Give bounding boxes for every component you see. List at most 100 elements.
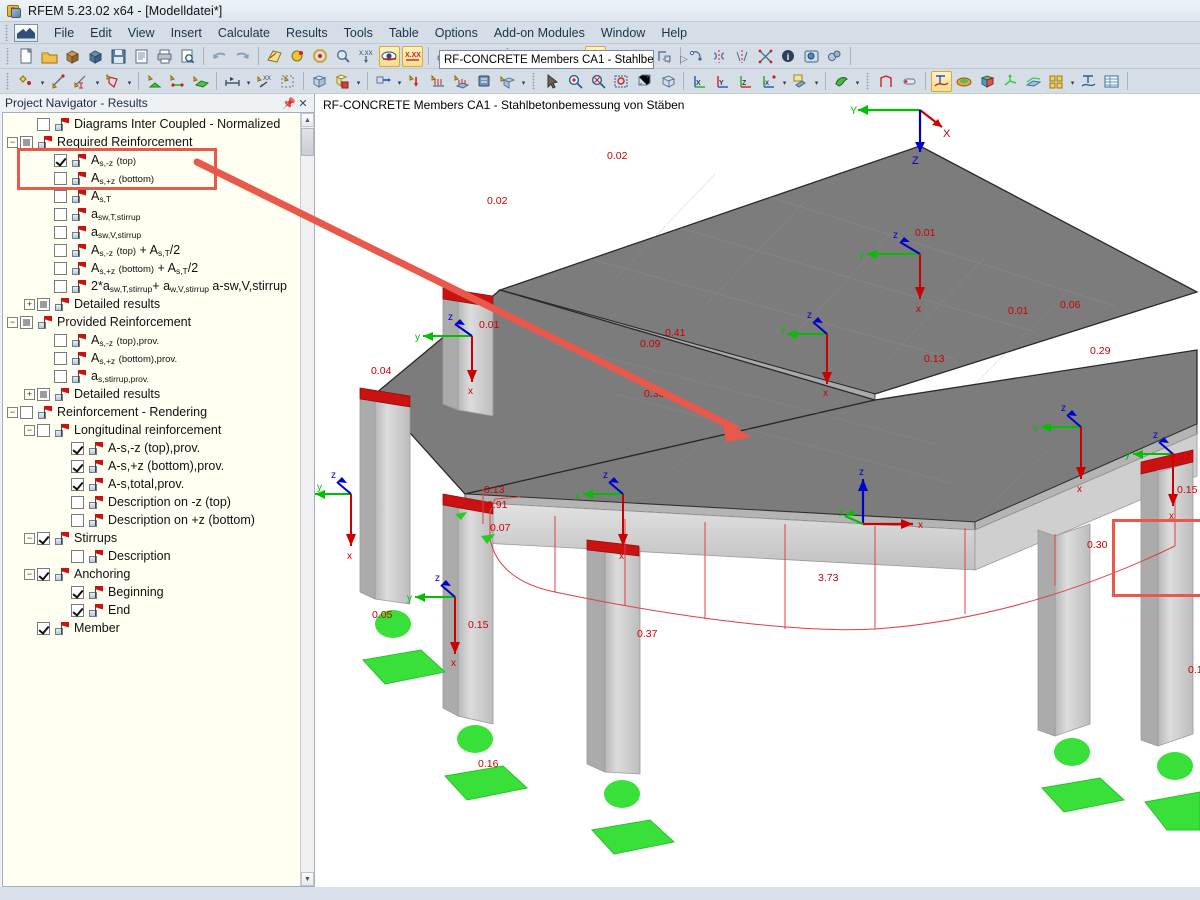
view-dropdown-arrow-icon[interactable]: ▾ xyxy=(780,71,789,92)
scroll-down-icon[interactable]: ▼ xyxy=(301,872,314,886)
tree-checkbox-stirrups-description[interactable] xyxy=(71,549,84,563)
open-package-icon[interactable] xyxy=(62,46,83,67)
new-file-icon[interactable] xyxy=(16,46,37,67)
toolbar2-group-grip[interactable] xyxy=(531,72,538,90)
previous-case-button[interactable]: ◁ xyxy=(657,50,675,69)
tree-row-as-z-bottom[interactable]: As,+z (bottom) xyxy=(3,169,300,187)
table-icon[interactable] xyxy=(1101,71,1122,92)
toolbar2-group-grip-2[interactable] xyxy=(865,72,872,90)
mouse-select-icon[interactable] xyxy=(542,71,563,92)
tree-row-as-z-top[interactable]: As,-z (top) xyxy=(3,151,300,169)
perspective-icon[interactable] xyxy=(657,71,678,92)
tree-checkbox-as-z-bottom-plus-ast2[interactable] xyxy=(54,261,67,275)
info-icon[interactable]: i xyxy=(778,46,799,67)
member-support-icon[interactable] xyxy=(167,71,188,92)
tree-row-description-on-z-bottom[interactable]: Description on +z (bottom) xyxy=(3,511,300,529)
view-x-icon[interactable]: X xyxy=(689,71,710,92)
save-icon[interactable] xyxy=(108,46,129,67)
tree-checkbox-member[interactable] xyxy=(37,621,50,635)
tree-checkbox-longitudinal-reinforcement[interactable] xyxy=(37,423,50,437)
tree-checkbox-anchoring-end[interactable] xyxy=(71,603,84,617)
tree-checkbox-reinforcement-rendering[interactable] xyxy=(20,405,33,419)
tree-row-reinforcement-rendering[interactable]: − Reinforcement - Rendering xyxy=(3,403,300,421)
column-right-rear[interactable] xyxy=(1037,523,1091,737)
solid-dropdown-arrow-icon[interactable]: ▾ xyxy=(354,71,363,92)
tree-expander-minus[interactable]: − xyxy=(7,406,18,418)
toolbar2-drag-grip[interactable] xyxy=(5,72,12,90)
star-snap-icon[interactable] xyxy=(755,46,776,67)
node-dropdown-arrow-icon[interactable]: ▾ xyxy=(38,71,47,92)
tree-checkbox-detailed-results-provided[interactable] xyxy=(37,387,50,401)
member-load-icon[interactable] xyxy=(428,71,449,92)
target-icon[interactable] xyxy=(310,46,331,67)
list-icon[interactable] xyxy=(131,46,152,67)
column-right-front[interactable] xyxy=(1140,461,1194,747)
tree-expander-minus[interactable]: − xyxy=(7,136,18,148)
tree-checkbox-asw-v-stirrup[interactable] xyxy=(54,225,67,239)
tree-row-as-stirrup-prov[interactable]: as,stirrup,prov. xyxy=(3,367,300,385)
tree-row-longitudinal-reinforcement[interactable]: − Longitudinal reinforcement xyxy=(3,421,300,439)
tree-row-anchoring-beginning[interactable]: Beginning xyxy=(3,583,300,601)
zoom-out-icon[interactable] xyxy=(588,71,609,92)
tree-checkbox-a-s-z-bottom-prov[interactable] xyxy=(71,459,84,473)
tree-row-as-z-bottom-plus-ast2[interactable]: As,+z (bottom) + As,T/2 xyxy=(3,259,300,277)
polygon-icon[interactable] xyxy=(103,71,124,92)
tree-expander-minus[interactable]: − xyxy=(24,568,35,580)
light-dropdown-arrow-icon[interactable]: ▾ xyxy=(812,71,821,92)
tree-row-as-t[interactable]: As,T xyxy=(3,187,300,205)
tree-expander-plus[interactable]: + xyxy=(24,388,35,400)
tree-checkbox-anchoring-beginning[interactable] xyxy=(71,585,84,599)
member-arrow-icon[interactable] xyxy=(373,71,394,92)
zoom-in-icon[interactable] xyxy=(565,71,586,92)
tree-row-required-reinforcement[interactable]: − Required Reinforcement xyxy=(3,133,300,151)
windows-tile-icon[interactable] xyxy=(1046,71,1067,92)
support-icon[interactable] xyxy=(144,71,165,92)
tree-checkbox-asw-t-stirrup[interactable] xyxy=(54,207,67,221)
render-dropdown-arrow-icon[interactable]: ▾ xyxy=(853,71,862,92)
selection-icon[interactable] xyxy=(277,71,298,92)
load-case-icon[interactable] xyxy=(474,71,495,92)
tree-row-diagrams-inter-coupled[interactable]: Diagrams Inter Coupled - Normalized xyxy=(3,115,300,133)
menu-drag-grip[interactable] xyxy=(4,24,12,41)
tree-checkbox-as-t[interactable] xyxy=(54,189,67,203)
dimension-line-icon[interactable] xyxy=(71,71,92,92)
tree-expander-minus[interactable]: − xyxy=(24,532,35,544)
tree-row-description-on-z-top[interactable]: Description on -z (top) xyxy=(3,493,300,511)
tree-expander-minus[interactable]: − xyxy=(24,424,35,436)
node-icon[interactable] xyxy=(16,71,37,92)
tree-row-provided-reinforcement[interactable]: − Provided Reinforcement xyxy=(3,313,300,331)
pin-icon[interactable]: 📌 xyxy=(282,97,296,110)
tree-checkbox-as-z-top-plus-ast2[interactable] xyxy=(54,243,67,257)
column-middle[interactable] xyxy=(586,539,641,775)
show-xx-values-icon[interactable]: X.XX xyxy=(402,45,423,67)
node-xx-icon[interactable]: XX xyxy=(254,71,275,92)
menu-item-edit[interactable]: Edit xyxy=(82,24,120,42)
tree-row-stirrups[interactable]: − Stirrups xyxy=(3,529,300,547)
print-preview-icon[interactable] xyxy=(177,46,198,67)
tree-checkbox-description-on-z-bottom[interactable] xyxy=(71,513,84,527)
tree-checkbox-stirrups[interactable] xyxy=(37,531,50,545)
tree-row-a-s-z-top-prov[interactable]: A-s,-z (top),prov. xyxy=(3,439,300,457)
result-case-combo[interactable]: RF-CONCRETE Members CA1 - Stahlbe ▼ xyxy=(439,50,654,69)
tree-checkbox-required-reinforcement[interactable] xyxy=(20,135,33,149)
polygon-dropdown-arrow-icon[interactable]: ▾ xyxy=(125,71,134,92)
value-scale-icon[interactable]: X.XX xyxy=(356,46,377,67)
surface-load-icon[interactable] xyxy=(451,71,472,92)
length-dropdown-arrow-icon[interactable]: ▾ xyxy=(244,71,253,92)
length-dim-icon[interactable] xyxy=(222,71,243,92)
line-icon[interactable] xyxy=(48,71,69,92)
show-values-icon[interactable] xyxy=(379,45,400,67)
tree-row-as-z-top-plus-ast2[interactable]: As,-z (top) + As,T/2 xyxy=(3,241,300,259)
section-icon[interactable] xyxy=(1023,71,1044,92)
tree-checkbox-as-z-bottom-prov[interactable] xyxy=(54,351,67,365)
eraser-icon[interactable] xyxy=(899,71,920,92)
dimension-dropdown-arrow-icon[interactable]: ▾ xyxy=(93,71,102,92)
zoom-scale-icon[interactable] xyxy=(333,46,354,67)
view-y-icon[interactable]: Y xyxy=(712,71,733,92)
deform-icon[interactable] xyxy=(1000,71,1021,92)
tree-row-a-s-total-prov[interactable]: A-s,total,prov. xyxy=(3,475,300,493)
light-icon[interactable] xyxy=(790,71,811,92)
frame-icon[interactable] xyxy=(876,71,897,92)
surface-icon[interactable] xyxy=(190,71,211,92)
column-back-left[interactable] xyxy=(359,387,411,605)
